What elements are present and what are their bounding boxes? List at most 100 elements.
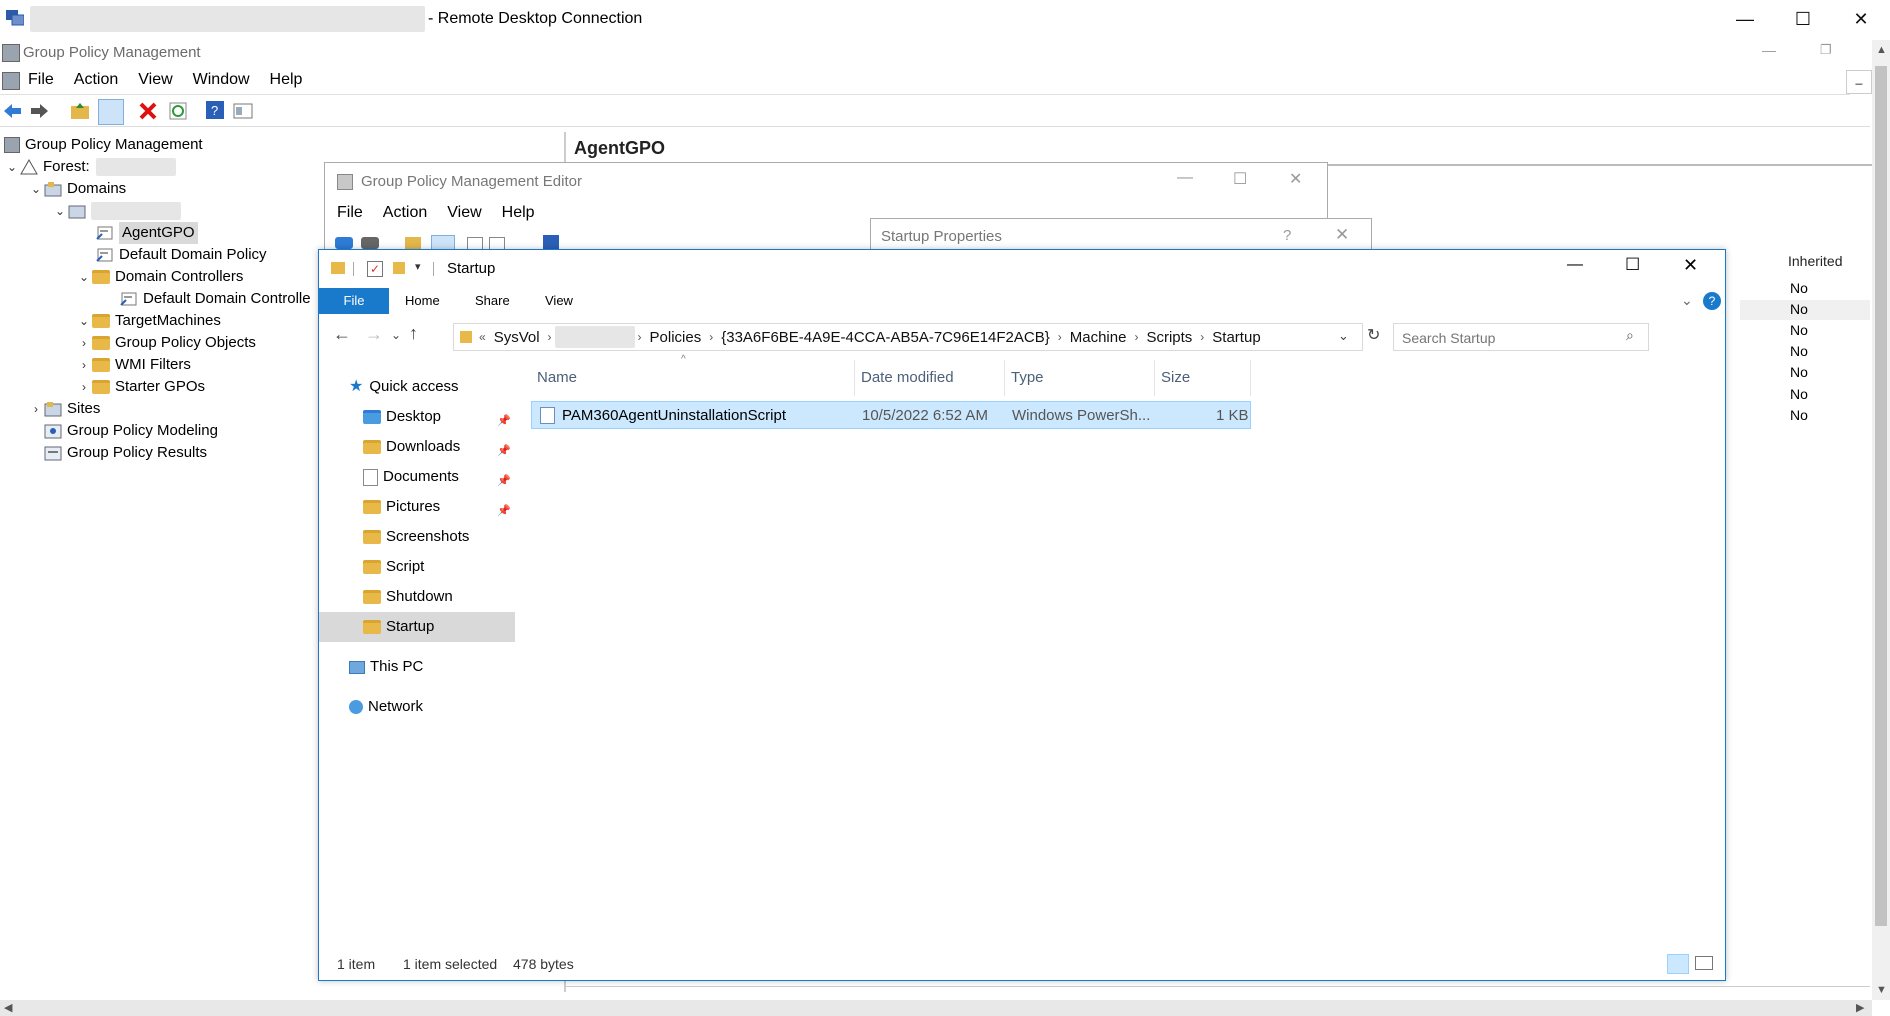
column-header-date[interactable]: Date modified (855, 360, 1005, 396)
rdp-minimize-button[interactable]: — (1716, 0, 1774, 38)
search-icon[interactable]: ⌕ (1626, 327, 1634, 344)
rdp-maximize-button[interactable]: ☐ (1774, 0, 1832, 38)
gpm-menu-file[interactable]: File (18, 66, 64, 94)
tree-default-domain-policy[interactable]: Default Domain Policy (96, 244, 267, 266)
gpme-minimize-button[interactable]: — (1177, 169, 1193, 187)
chevron-right-icon[interactable]: › (28, 398, 44, 420)
gpme-maximize-button[interactable]: ☐ (1233, 169, 1247, 189)
large-icons-view-icon[interactable] (1695, 956, 1713, 970)
ribbon-tab-home[interactable]: Home (405, 288, 440, 314)
refresh-icon[interactable] (168, 101, 188, 121)
gpme-menu-help[interactable]: Help (492, 199, 545, 227)
gpm-menu-view[interactable]: View (128, 66, 182, 94)
startup-properties-close-button[interactable]: ✕ (1335, 225, 1349, 245)
nav-pictures[interactable]: Pictures (363, 492, 440, 522)
tree-domain-controllers[interactable]: ⌄ Domain Controllers (76, 266, 243, 288)
breadcrumb-machine[interactable]: Machine (1070, 329, 1127, 346)
chevron-down-icon[interactable]: ⌄ (28, 178, 44, 200)
scroll-thumb[interactable] (1875, 66, 1887, 926)
chevron-down-icon[interactable]: ⌄ (4, 156, 20, 178)
ribbon-tab-share[interactable]: Share (475, 288, 510, 314)
breadcrumb-overflow[interactable]: « (479, 330, 486, 344)
properties-checkbox-icon[interactable]: ✓ (367, 261, 383, 277)
qat-dropdown-icon[interactable]: ▾ (415, 260, 421, 273)
nav-shutdown[interactable]: Shutdown (363, 582, 453, 612)
details-view-icon[interactable] (1667, 954, 1689, 974)
breadcrumb-sysvol[interactable]: SysVol (494, 329, 540, 346)
chevron-right-icon[interactable]: › (76, 332, 92, 354)
nav-desktop[interactable]: Desktop (363, 402, 441, 432)
recent-locations-icon[interactable]: ⌄ (391, 328, 401, 342)
gpm-menu-action[interactable]: Action (64, 66, 128, 94)
scroll-down-icon[interactable]: ▼ (1876, 984, 1887, 996)
gpm-menu-window[interactable]: Window (183, 66, 260, 94)
column-header-name[interactable]: Name (531, 360, 855, 396)
chevron-down-icon[interactable]: ⌄ (76, 266, 92, 288)
table-row[interactable]: PAM360AgentUninstallationScript 10/5/202… (531, 401, 1251, 429)
refresh-icon[interactable]: ↻ (1367, 325, 1380, 345)
pin-icon[interactable]: 📌 (497, 444, 511, 457)
explorer-close-button[interactable]: ✕ (1683, 255, 1698, 276)
startup-properties-help-button[interactable]: ? (1283, 227, 1291, 244)
nav-script[interactable]: Script (363, 552, 424, 582)
breadcrumb-policies[interactable]: Policies (650, 329, 702, 346)
pin-icon[interactable]: 📌 (497, 504, 511, 517)
tree-forest[interactable]: ⌄ Forest: (4, 156, 176, 178)
nav-screenshots[interactable]: Screenshots (363, 522, 469, 552)
tree-group-policy-objects[interactable]: › Group Policy Objects (76, 332, 256, 354)
tree-starter-gpos[interactable]: › Starter GPOs (76, 376, 205, 398)
chevron-right-icon[interactable]: › (76, 376, 92, 398)
tree-domains[interactable]: ⌄ Domains (28, 178, 126, 200)
tree-wmi-filters[interactable]: › WMI Filters (76, 354, 191, 376)
new-folder-icon[interactable] (393, 262, 405, 274)
forward-arrow-icon[interactable]: → (365, 324, 383, 345)
search-input[interactable] (1400, 328, 1614, 348)
nav-network[interactable]: Network (349, 692, 423, 722)
address-dropdown-icon[interactable]: ⌄ (1338, 328, 1349, 344)
inherited-column-header[interactable]: Inherited (1788, 253, 1842, 269)
help-icon[interactable]: ? (205, 100, 225, 120)
tree-default-domain-controllers[interactable]: Default Domain Controlle (120, 288, 311, 310)
nav-downloads[interactable]: Downloads (363, 432, 460, 462)
tree-agentgpo[interactable]: AgentGPO (96, 222, 198, 244)
gpm-vertical-scrollbar[interactable]: ▲ ▼ (1872, 40, 1890, 1000)
properties-pane-icon[interactable] (233, 101, 253, 121)
help-icon[interactable]: ? (1703, 292, 1721, 310)
explorer-minimize-button[interactable]: — (1567, 256, 1583, 274)
nav-startup[interactable]: Startup (363, 612, 434, 642)
scroll-right-icon[interactable]: ▶ (1856, 1001, 1864, 1014)
chevron-right-icon[interactable]: › (548, 330, 552, 344)
up-folder-icon[interactable] (405, 237, 421, 249)
back-arrow-icon[interactable]: ← (333, 324, 351, 345)
nav-this-pc[interactable]: This PC (349, 652, 423, 682)
tree-domain[interactable]: ⌄ (52, 200, 181, 222)
chevron-right-icon[interactable]: › (638, 330, 642, 344)
chevron-right-icon[interactable]: › (76, 354, 92, 376)
breadcrumb-domain-redacted[interactable] (554, 326, 635, 348)
address-bar[interactable]: « SysVol › › Policies › {33A6F6BE-4A9E-4… (453, 323, 1363, 351)
breadcrumb-scripts[interactable]: Scripts (1146, 329, 1192, 346)
gpm-restore-button[interactable]: ❐ (1820, 42, 1832, 58)
chevron-down-icon[interactable]: ⌄ (76, 310, 92, 332)
nav-quick-access[interactable]: ★ Quick access (349, 372, 459, 402)
gpme-menu-file[interactable]: File (325, 199, 373, 227)
chevron-down-icon[interactable]: ⌄ (52, 200, 68, 222)
gpm-inner-minimize-button[interactable]: _ (1846, 70, 1872, 94)
chevron-right-icon[interactable]: › (709, 330, 713, 344)
explorer-maximize-button[interactable]: ☐ (1625, 255, 1640, 275)
tree-results[interactable]: Group Policy Results (44, 442, 207, 464)
ribbon-expand-icon[interactable]: ⌄ (1681, 292, 1693, 309)
gpme-close-button[interactable]: ✕ (1289, 169, 1302, 189)
up-folder-icon[interactable] (70, 101, 90, 121)
gpm-minimize-button[interactable]: — (1762, 42, 1776, 58)
scroll-up-icon[interactable]: ▲ (1876, 44, 1887, 56)
breadcrumb-guid[interactable]: {33A6F6BE-4A9E-4CCA-AB5A-7C96E14F2ACB} (721, 329, 1050, 346)
column-header-size[interactable]: Size (1155, 360, 1251, 396)
tree-target-machines[interactable]: ⌄ TargetMachines (76, 310, 221, 332)
gpme-menu-action[interactable]: Action (373, 199, 437, 227)
back-arrow-icon[interactable] (2, 101, 22, 121)
gpme-menu-view[interactable]: View (437, 199, 491, 227)
gpm-horizontal-scrollbar[interactable]: ◀ ▶ (0, 1000, 1872, 1016)
nav-documents[interactable]: Documents (363, 462, 459, 492)
up-arrow-icon[interactable]: ↑ (409, 323, 418, 344)
